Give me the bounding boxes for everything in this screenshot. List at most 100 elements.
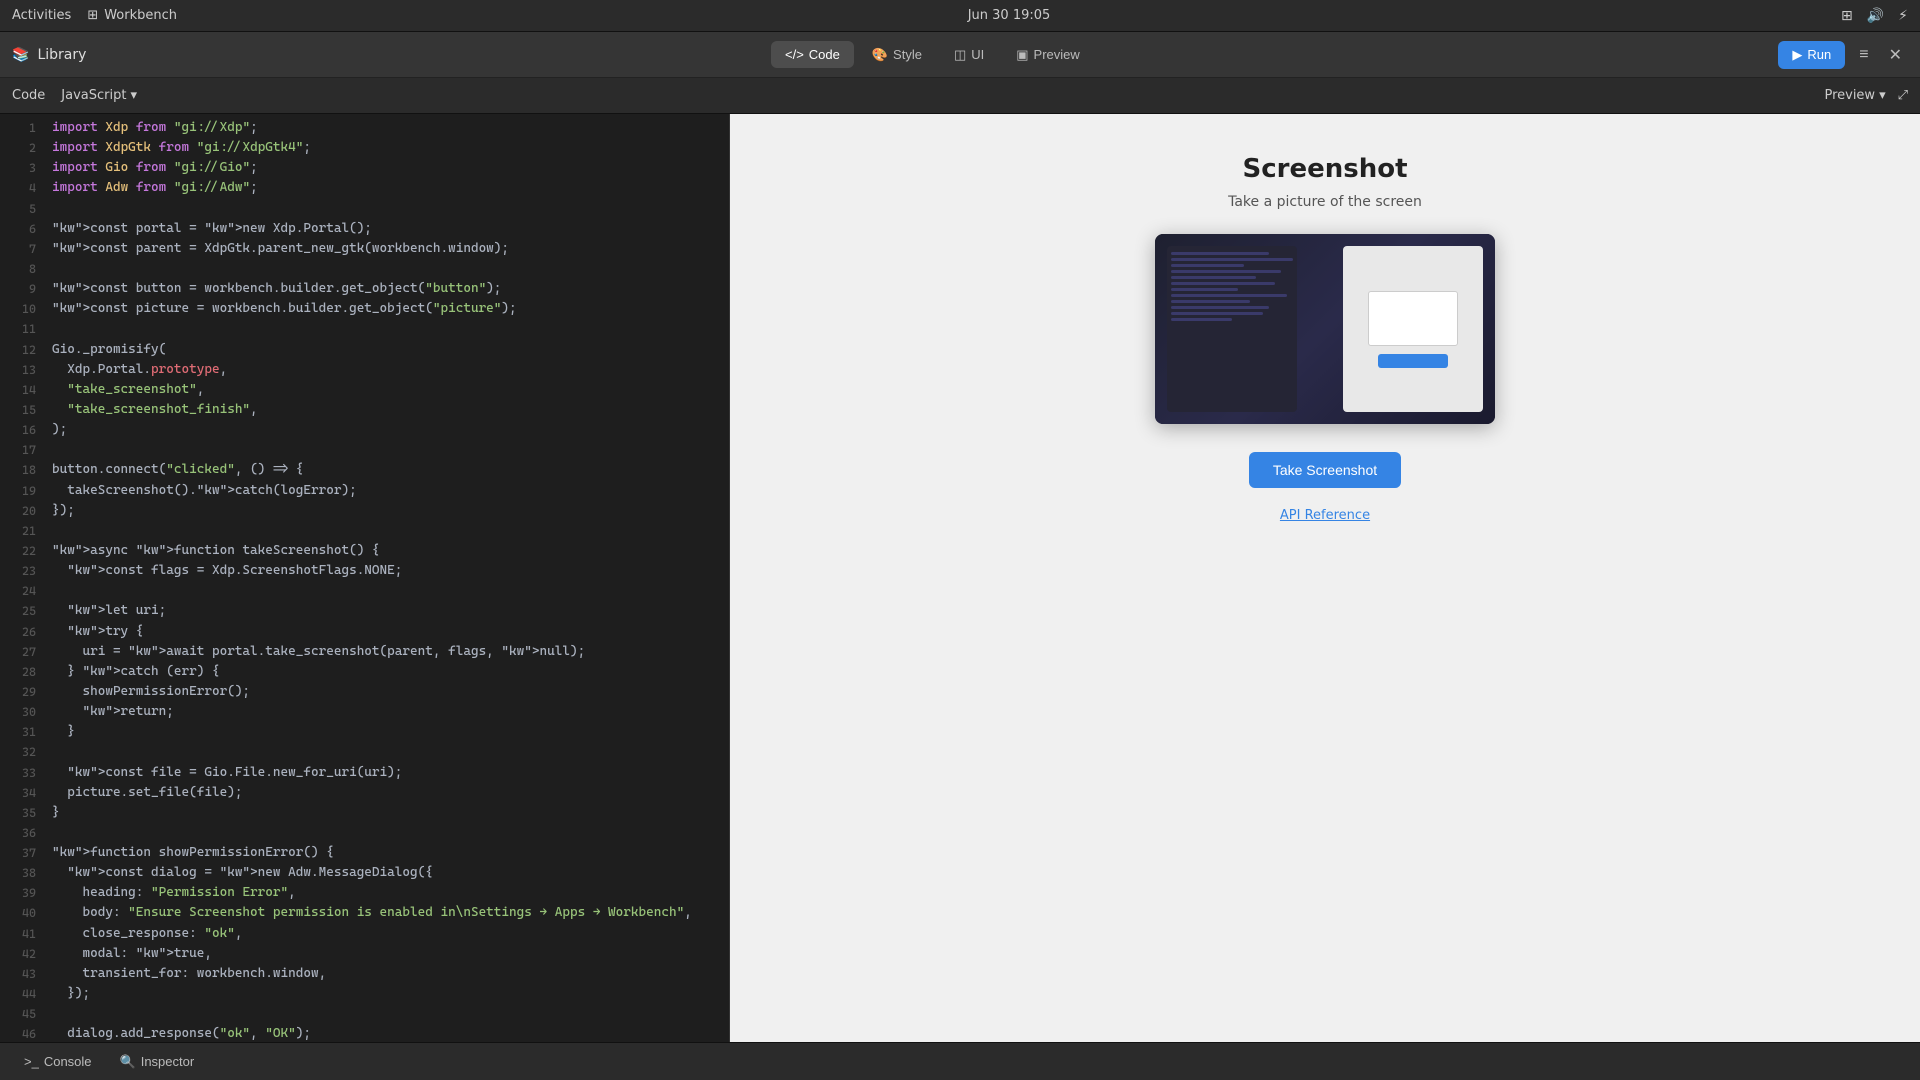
workbench-app-button[interactable]: ⊞ Workbench xyxy=(87,8,177,23)
topbar-right: ⊞ 🔊 ⚡ xyxy=(1841,8,1908,24)
code-line: 39 heading: "Permission Error", xyxy=(0,883,729,903)
take-screenshot-button[interactable]: Take Screenshot xyxy=(1249,452,1401,488)
line-number: 38 xyxy=(8,863,36,883)
code-line: 43 transient_for: workbench.window, xyxy=(0,964,729,984)
preview-section: Preview ▾ ⤢ xyxy=(1824,88,1908,103)
line-content: heading: "Permission Error", xyxy=(52,883,721,903)
line-number: 42 xyxy=(8,944,36,964)
line-content: "kw">const flags = Xdp.ScreenshotFlags.N… xyxy=(52,561,721,581)
code-line: 13 Xdp.Portal.prototype, xyxy=(0,360,729,380)
line-number: 17 xyxy=(8,440,36,460)
line-content: }); xyxy=(52,984,721,1004)
line-content: "kw">function showPermissionError() { xyxy=(52,843,721,863)
line-number: 25 xyxy=(8,601,36,621)
run-label: Run xyxy=(1807,47,1831,62)
language-label: JavaScript xyxy=(61,88,126,103)
code-tab-label: Code xyxy=(809,47,840,62)
line-content: import XdpGtk from "gi://XdpGtk4"; xyxy=(52,138,721,158)
line-number: 21 xyxy=(8,521,36,541)
chevron-down-icon: ▾ xyxy=(130,88,137,103)
code-line: 26 "kw">try { xyxy=(0,622,729,642)
expand-icon[interactable]: ⤢ xyxy=(1898,88,1908,103)
preview-chevron-icon: ▾ xyxy=(1879,88,1886,103)
code-line: 15 "take_screenshot_finish", xyxy=(0,400,729,420)
line-number: 29 xyxy=(8,682,36,702)
line-content: "kw">const picture = workbench.builder.g… xyxy=(52,299,721,319)
tab-code[interactable]: </> Code xyxy=(771,41,854,68)
preview-tab-icon: ▣ xyxy=(1016,47,1028,63)
console-label: Console xyxy=(44,1054,92,1069)
line-number: 14 xyxy=(8,380,36,400)
ui-tab-label: UI xyxy=(971,47,984,62)
line-content: "kw">const parent = XdpGtk.parent_new_gt… xyxy=(52,239,721,259)
line-number: 34 xyxy=(8,783,36,803)
headerbar-library[interactable]: 📚 Library xyxy=(12,47,86,63)
line-number: 28 xyxy=(8,662,36,682)
tab-preview[interactable]: ▣ Preview xyxy=(1002,41,1094,69)
style-tab-label: Style xyxy=(893,47,922,62)
code-line: 1import Xdp from "gi://Xdp"; xyxy=(0,118,729,138)
line-number: 2 xyxy=(8,138,36,158)
line-number: 5 xyxy=(8,199,36,219)
line-number: 36 xyxy=(8,823,36,843)
line-number: 46 xyxy=(8,1024,36,1042)
mockup-blue-button xyxy=(1378,354,1448,368)
code-line: 45 xyxy=(0,1004,729,1024)
line-number: 40 xyxy=(8,903,36,923)
inspector-tab[interactable]: 🔍 Inspector xyxy=(108,1049,207,1075)
code-line: 16); xyxy=(0,420,729,440)
line-content xyxy=(52,581,721,601)
battery-icon: ⚡ xyxy=(1898,8,1908,24)
close-button[interactable]: ✕ xyxy=(1883,41,1908,69)
line-content: "take_screenshot_finish", xyxy=(52,400,721,420)
code-tab-icon: </> xyxy=(785,47,804,62)
inspector-icon: 🔍 xyxy=(120,1054,136,1070)
code-line: 46 dialog.add_response("ok", "OK"); xyxy=(0,1024,729,1042)
line-number: 11 xyxy=(8,319,36,339)
line-content xyxy=(52,521,721,541)
line-content: import Gio from "gi://Gio"; xyxy=(52,158,721,178)
tab-ui[interactable]: ◫ UI xyxy=(940,41,998,69)
line-content xyxy=(52,1004,721,1024)
topbar-left: Activities ⊞ Workbench xyxy=(12,8,177,23)
code-line: 6"kw">const portal = "kw">new Xdp.Portal… xyxy=(0,219,729,239)
screenshot-mockup xyxy=(1155,234,1495,424)
line-number: 24 xyxy=(8,581,36,601)
line-content: "kw">try { xyxy=(52,622,721,642)
line-content: import Adw from "gi://Adw"; xyxy=(52,178,721,198)
run-button[interactable]: ▶ Run xyxy=(1778,41,1845,69)
line-number: 32 xyxy=(8,742,36,762)
line-content xyxy=(52,199,721,219)
close-icon: ✕ xyxy=(1889,47,1902,64)
code-line: 5 xyxy=(0,199,729,219)
tab-style[interactable]: 🎨 Style xyxy=(858,41,936,69)
line-number: 33 xyxy=(8,763,36,783)
line-number: 10 xyxy=(8,299,36,319)
menu-button[interactable]: ≡ xyxy=(1853,42,1874,68)
activities-button[interactable]: Activities xyxy=(12,8,71,23)
console-tab[interactable]: >_ Console xyxy=(12,1049,104,1074)
preview-app-title: Screenshot xyxy=(1242,154,1407,184)
line-content: "kw">return; xyxy=(52,702,721,722)
line-content: "take_screenshot", xyxy=(52,380,721,400)
code-line: 9"kw">const button = workbench.builder.g… xyxy=(0,279,729,299)
line-number: 8 xyxy=(8,259,36,279)
workbench-label: Workbench xyxy=(104,8,177,23)
line-content xyxy=(52,823,721,843)
code-line: 8 xyxy=(0,259,729,279)
line-content: }); xyxy=(52,501,721,521)
topbar-datetime: Jun 30 19:05 xyxy=(968,8,1051,23)
code-line: 23 "kw">const flags = Xdp.ScreenshotFlag… xyxy=(0,561,729,581)
line-number: 18 xyxy=(8,460,36,480)
code-line: 17 xyxy=(0,440,729,460)
language-selector[interactable]: JavaScript ▾ xyxy=(61,88,137,103)
api-reference-link[interactable]: API Reference xyxy=(1280,508,1370,523)
line-content: showPermissionError(); xyxy=(52,682,721,702)
run-icon: ▶ xyxy=(1792,47,1802,63)
line-content: modal: "kw">true, xyxy=(52,944,721,964)
mockup-preview-area xyxy=(1343,246,1483,412)
code-line: 11 xyxy=(0,319,729,339)
code-line: 34 picture.set_file(file); xyxy=(0,783,729,803)
code-section-label: Code xyxy=(12,88,45,103)
code-editor[interactable]: 1import Xdp from "gi://Xdp";2 import XdpG… xyxy=(0,114,730,1042)
